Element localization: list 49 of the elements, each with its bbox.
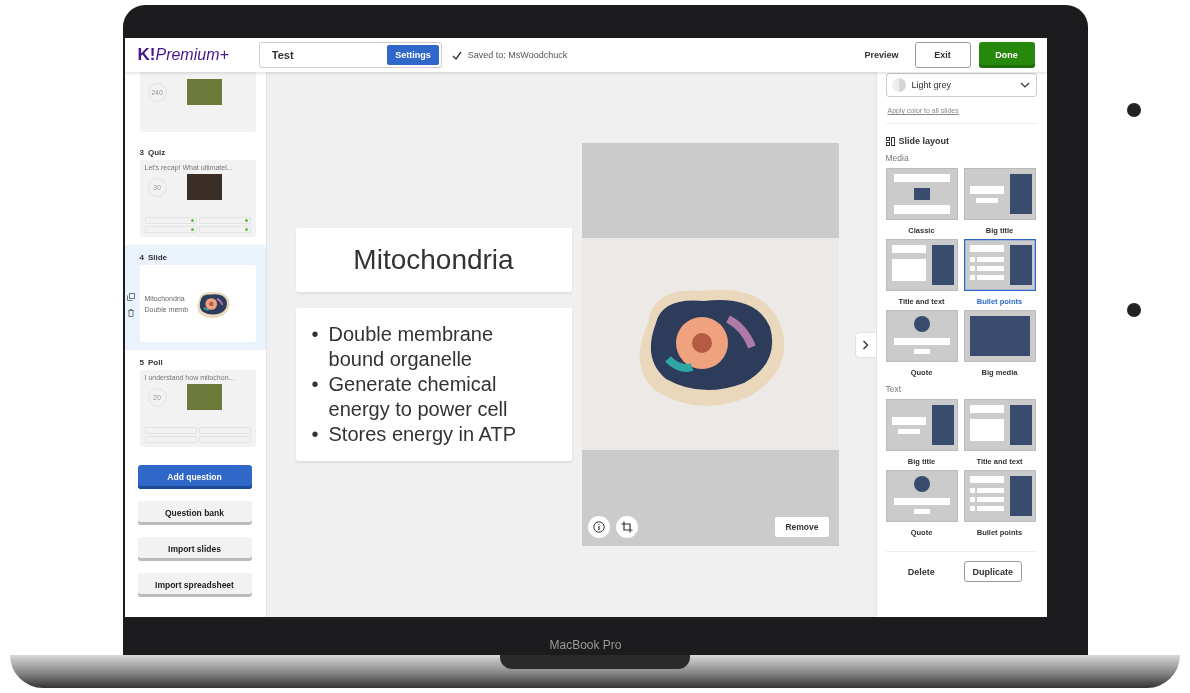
sidebar-button[interactable]: Import slides <box>137 537 252 561</box>
layout-icon <box>885 136 895 146</box>
dot <box>1127 303 1141 317</box>
header-button[interactable]: Preview <box>864 50 899 60</box>
crop-icon <box>620 521 633 533</box>
check-icon <box>451 50 462 60</box>
duplicate-icon[interactable] <box>126 293 135 301</box>
chevron-right-icon <box>862 339 869 350</box>
sidebar-button[interactable]: Add question <box>137 465 252 489</box>
bullet-marker: • <box>311 322 319 347</box>
bullet-marker: • <box>311 372 319 397</box>
group-label: Text <box>885 384 903 394</box>
logo: K!Premium+ <box>137 45 229 65</box>
photo-placeholder <box>186 79 222 105</box>
section-title: Slide layout <box>898 136 949 146</box>
header-button[interactable]: Exit <box>914 42 971 68</box>
collapse-panel-button[interactable] <box>855 332 876 357</box>
crop-button[interactable] <box>615 516 638 538</box>
device-label: MacBook Pro <box>549 638 622 652</box>
panel-button[interactable]: Duplicate <box>963 561 1023 582</box>
bullet-list[interactable]: • Double membrane bound organelle • Generate chemical energy to power cell • Stores energy in ATP <box>295 308 572 461</box>
dot <box>1127 103 1141 117</box>
sidebar-button[interactable]: Import spreadsheet <box>137 573 252 597</box>
settings-button[interactable]: Settings <box>387 45 439 65</box>
bullet-item: Generate chemical energy to power cell <box>328 372 509 422</box>
title-field[interactable]: Test Settings <box>258 42 442 68</box>
color-select[interactable]: Light grey <box>885 73 1037 97</box>
trash-icon[interactable] <box>126 309 135 317</box>
slide-type: Slide <box>147 253 168 262</box>
slide-title[interactable]: Mitochondria <box>295 228 572 292</box>
photo-placeholder <box>186 174 222 200</box>
bullet-item: Stores energy in ATP <box>328 422 516 447</box>
info-button[interactable] <box>587 516 610 538</box>
saved-status: Saved to: MsWoodchuck <box>467 50 568 60</box>
slide-number: 4 <box>139 253 144 262</box>
swatch-icon <box>891 78 906 92</box>
group-label: Media <box>885 153 910 163</box>
info-icon <box>592 521 605 533</box>
slide-number: 3 <box>139 148 144 157</box>
bullet-marker: • <box>311 422 319 447</box>
slide-type: Poll <box>147 358 163 367</box>
header-button[interactable]: Done <box>978 42 1035 68</box>
sidebar-button[interactable]: Question bank <box>137 501 252 525</box>
chevron-down-icon <box>1019 82 1030 88</box>
slide-number: 5 <box>139 358 144 367</box>
remove-button[interactable]: Remove <box>775 517 829 537</box>
photo-placeholder <box>186 384 222 410</box>
bullet-item: Double membrane bound organelle <box>328 322 495 372</box>
slide-type: Quiz <box>147 148 166 157</box>
